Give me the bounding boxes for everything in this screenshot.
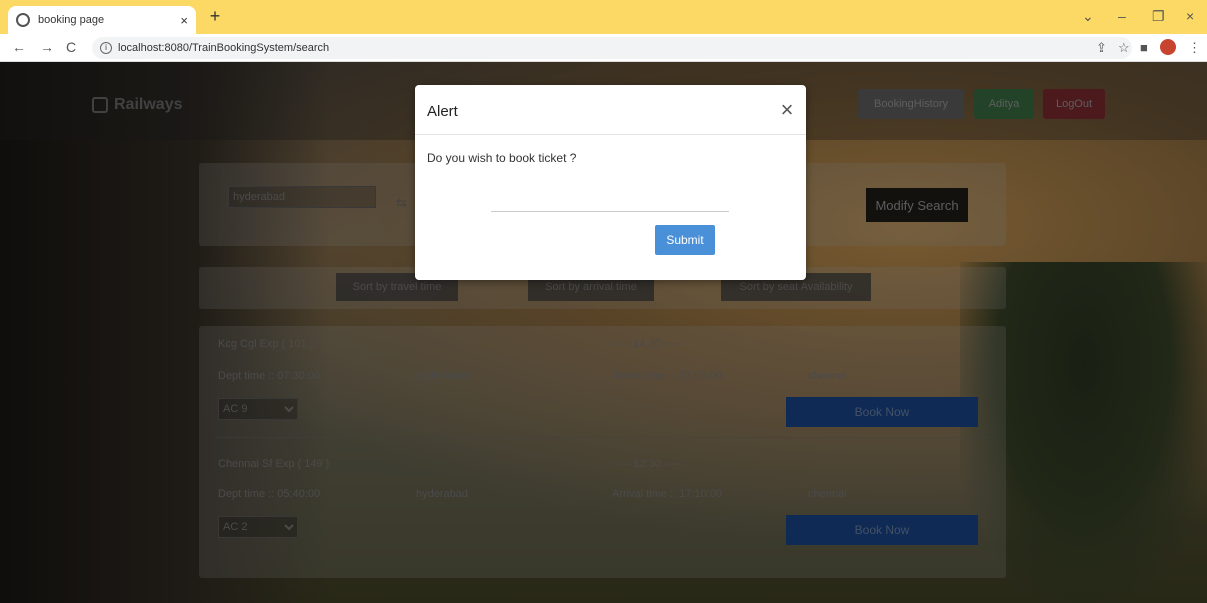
tab-title: booking page (38, 14, 105, 26)
url-text: localhost:8080/TrainBookingSystem/search (118, 42, 330, 54)
modal-input-line (491, 211, 729, 212)
modal-message: Do you wish to book ticket ? (427, 151, 577, 165)
globe-icon (16, 13, 30, 27)
menu-more-icon[interactable]: ⋮ (1188, 40, 1201, 56)
share-icon[interactable]: ⇪ (1096, 40, 1107, 56)
submit-button[interactable]: Submit (655, 225, 715, 255)
back-icon[interactable]: ← (12, 39, 26, 55)
minimize-icon[interactable]: – (1118, 8, 1126, 24)
address-bar-row: ← → C i localhost:8080/TrainBookingSyste… (0, 34, 1207, 62)
browser-tab[interactable]: booking page × (8, 6, 196, 34)
alert-modal: Alert × Do you wish to book ticket ? Sub… (415, 85, 806, 280)
profile-avatar-icon[interactable] (1160, 39, 1176, 55)
modal-header-divider (415, 134, 806, 135)
bookmark-star-icon[interactable]: ☆ (1118, 40, 1130, 56)
reload-icon[interactable]: C (66, 39, 76, 55)
browser-tab-strip: booking page × + ⌄ – ❐ × (0, 0, 1207, 34)
tab-close-icon[interactable]: × (180, 13, 188, 28)
forward-icon[interactable]: → (40, 39, 54, 55)
url-field[interactable]: i localhost:8080/TrainBookingSystem/sear… (92, 37, 1132, 59)
new-tab-icon[interactable]: + (204, 6, 226, 27)
sidepanel-icon[interactable]: ■ (1140, 40, 1148, 55)
modal-title: Alert (427, 103, 458, 120)
window-close-icon[interactable]: × (1186, 8, 1194, 24)
tab-search-chevron-icon[interactable]: ⌄ (1082, 8, 1094, 25)
restore-icon[interactable]: ❐ (1152, 8, 1165, 25)
site-info-icon[interactable]: i (100, 42, 112, 54)
modal-close-icon[interactable]: × (775, 96, 799, 124)
